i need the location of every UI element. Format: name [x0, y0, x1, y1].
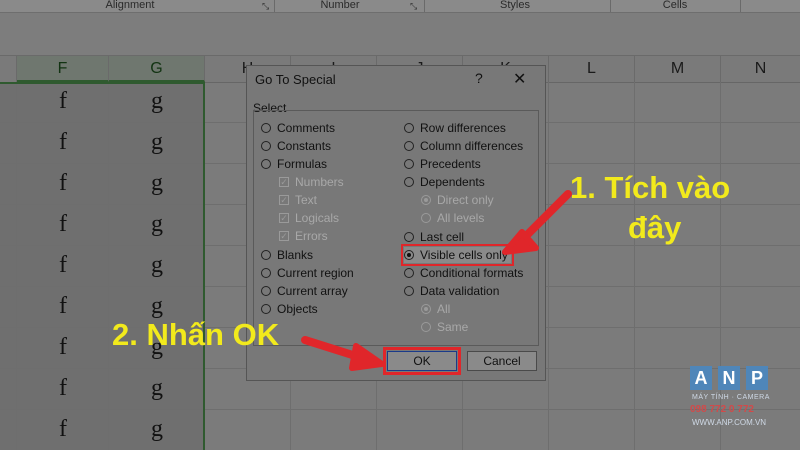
logo-letter-a: A — [690, 366, 712, 390]
logo-letter-p: P — [746, 366, 768, 390]
logo-letter-n: N — [718, 366, 740, 390]
arrow-to-visible-cells-icon — [502, 190, 572, 255]
logo-phone: 098 772 0 772 — [690, 404, 754, 415]
arrow-to-ok-icon — [301, 336, 385, 371]
logo-website: WWW.ANP.COM.VN — [692, 418, 767, 427]
annotation-arrows — [301, 190, 572, 371]
anp-logo: A N P MÁY TÍNH · CAMERA 098 772 0 772 WW… — [690, 366, 790, 434]
logo-subtitle: MÁY TÍNH · CAMERA — [692, 394, 770, 401]
